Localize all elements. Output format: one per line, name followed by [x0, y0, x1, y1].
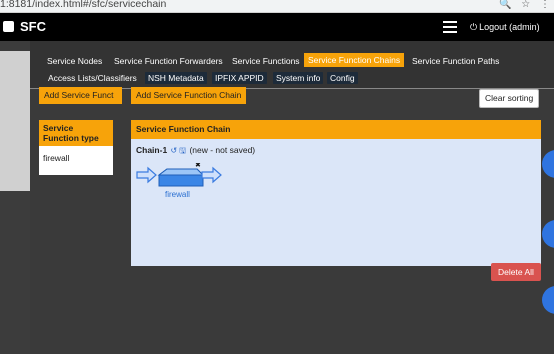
tab-service-function-chains[interactable]: Service Function Chains	[304, 53, 405, 67]
tab-service-nodes[interactable]: Service Nodes	[43, 54, 106, 68]
menu-dots-icon[interactable]: ⋮	[540, 0, 550, 10]
router-icon[interactable]	[157, 168, 205, 187]
app-title: SFC	[20, 19, 46, 34]
chain-name[interactable]: Chain-1	[136, 145, 167, 155]
tab-service-function-paths[interactable]: Service Function Paths	[408, 54, 503, 68]
url-text[interactable]: 1:8181/index.html#/sfc/servicechain	[0, 0, 166, 10]
left-sidebar	[0, 41, 30, 354]
logo-icon	[3, 21, 14, 32]
node-label: firewall	[165, 190, 190, 199]
type-item-firewall[interactable]: firewall	[39, 146, 113, 170]
main-content: Service Nodes Service Function Forwarder…	[30, 41, 554, 354]
tab-access-lists[interactable]: Access Lists/Classifiers	[44, 71, 141, 85]
tab-nsh-metadata[interactable]: NSH Metadata	[145, 72, 207, 84]
save-icon[interactable]: 🖫	[179, 146, 186, 155]
chain-status: (new - not saved)	[189, 145, 256, 155]
address-bar-icons: 🔍 ☆ ⋮	[492, 0, 550, 10]
undo-icon[interactable]: ↺	[171, 146, 178, 155]
nav-tabs: Service Nodes Service Function Forwarder…	[30, 41, 554, 88]
delete-all-button[interactable]: Delete All	[491, 263, 541, 281]
arrow-right-icon	[136, 166, 157, 184]
tab-config[interactable]: Config	[327, 72, 358, 84]
sidebar-panel	[0, 51, 30, 191]
browser-address-bar[interactable]: 1:8181/index.html#/sfc/servicechain 🔍 ☆ …	[0, 0, 554, 13]
type-panel-title: Service Function type	[39, 120, 113, 146]
menu-icon[interactable]	[443, 21, 457, 33]
clear-sorting-button[interactable]: Clear sorting	[479, 89, 540, 108]
chain-graph[interactable]: ✖	[136, 163, 226, 213]
power-icon: ⏻	[470, 22, 478, 32]
tab-service-function-forwarders[interactable]: Service Function Forwarders	[110, 54, 227, 68]
add-service-function-chain-button[interactable]: Add Service Function Chain	[131, 87, 247, 104]
tab-ipfix-appid[interactable]: IPFIX APPID	[212, 72, 267, 84]
star-icon[interactable]: ☆	[521, 0, 530, 10]
tab-service-functions[interactable]: Service Functions	[228, 54, 304, 68]
service-function-type-panel: Service Function type firewall	[39, 120, 113, 175]
add-service-function-button[interactable]: Add Service Funct	[39, 87, 122, 104]
chain-header: Chain-1 ↺ 🖫 (new - not saved)	[136, 145, 255, 159]
logout-button[interactable]: ⏻ Logout (admin)	[470, 22, 540, 33]
arrow-right-icon	[201, 166, 222, 184]
app-header: SFC ⏻ Logout (admin)	[0, 13, 554, 41]
search-icon[interactable]: 🔍	[499, 0, 511, 10]
close-icon[interactable]: ✖	[195, 163, 201, 169]
tab-system-info[interactable]: System info	[273, 72, 324, 84]
chain-panel-title: Service Function Chain	[131, 120, 541, 139]
logout-label: Logout (admin)	[479, 22, 540, 32]
service-function-chain-panel: Service Function Chain Chain-1 ↺ 🖫 (new -…	[131, 120, 541, 266]
